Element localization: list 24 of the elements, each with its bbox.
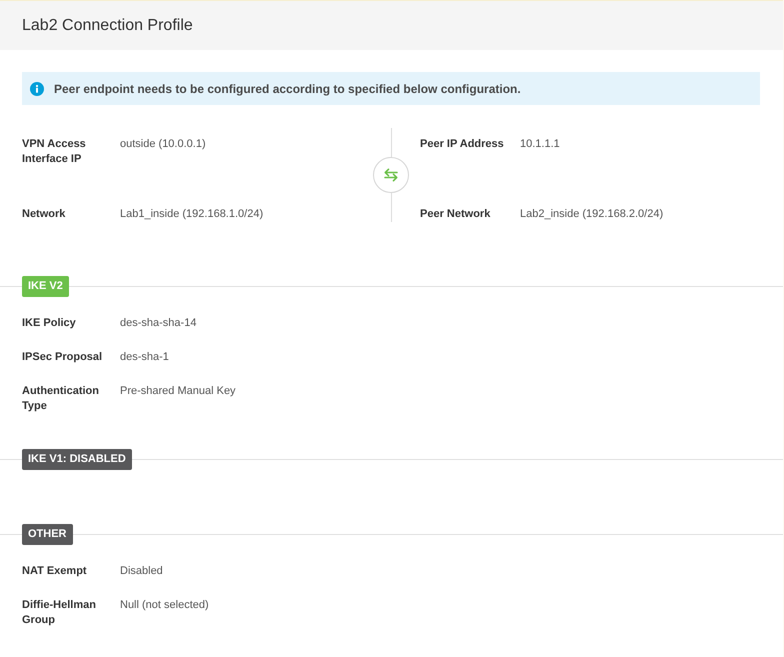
field-value: Null (not selected) bbox=[120, 598, 210, 613]
field-label: Peer IP Address bbox=[420, 137, 505, 152]
info-message: Peer endpoint needs to be configured according to specified below configuration. bbox=[54, 82, 521, 96]
section-badge: IKE V2 bbox=[22, 276, 69, 297]
field-value: Disabled bbox=[120, 564, 164, 579]
field-value: Pre-shared Manual Key bbox=[120, 384, 237, 399]
field-value: 10.1.1.1 bbox=[520, 137, 561, 152]
field-value: des-sha-sha-14 bbox=[120, 316, 198, 331]
field-label: NAT Exempt bbox=[22, 564, 88, 579]
section-badge: IKE V1: DISABLED bbox=[22, 449, 132, 470]
section-badge: OTHER bbox=[22, 524, 72, 545]
info-icon bbox=[30, 82, 44, 96]
field-label: VPN Access Interface IP bbox=[22, 137, 87, 167]
field-label: Peer Network bbox=[420, 207, 492, 222]
field-label: Authentication Type bbox=[22, 384, 100, 414]
field-label: Network bbox=[22, 207, 66, 222]
field-value: Lab2_inside (192.168.2.0/24) bbox=[520, 207, 664, 222]
field-label: IKE Policy bbox=[22, 316, 77, 331]
field-value: outside (10.0.0.1) bbox=[120, 137, 207, 152]
panel-title: Lab2 Connection Profile bbox=[22, 16, 193, 34]
field-label: Diffie-Hellman Group bbox=[22, 598, 97, 628]
field-value: Lab1_inside (192.168.1.0/24) bbox=[120, 207, 264, 222]
field-label: IPSec Proposal bbox=[22, 350, 104, 365]
field-value: des-sha-1 bbox=[120, 350, 170, 365]
